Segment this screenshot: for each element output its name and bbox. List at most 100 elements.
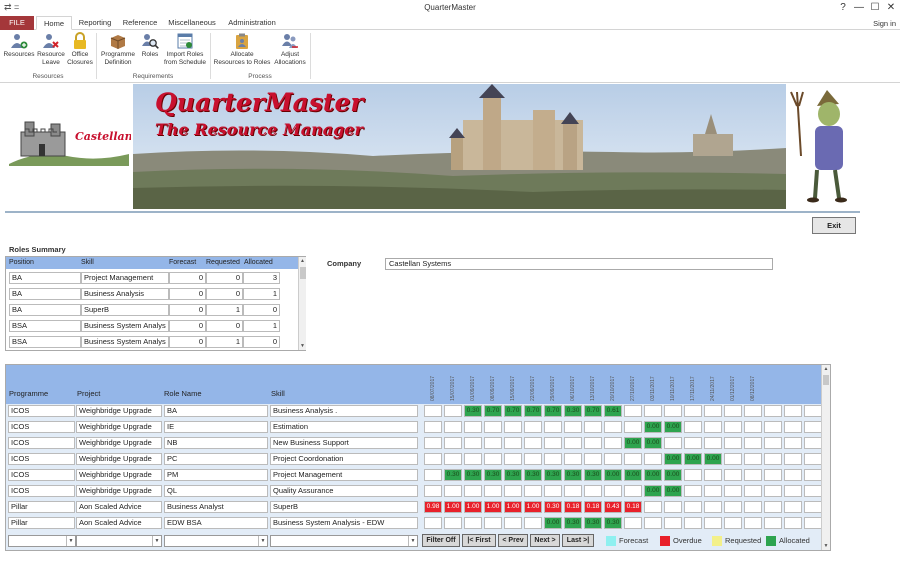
grid-scrollbar[interactable]: ▲ ▼ — [821, 365, 830, 550]
allocation-cell-project[interactable]: Aon Scaled Advice — [76, 501, 162, 513]
roles-cell-skill[interactable]: Business System Analys — [81, 336, 169, 348]
week-allocation-cell[interactable] — [524, 485, 542, 497]
week-allocation-cell[interactable]: 0.98 — [424, 501, 442, 513]
allocation-cell-role[interactable]: IE — [164, 421, 268, 433]
roles-cell-allocated[interactable]: 1 — [243, 320, 280, 332]
allocation-cell-role[interactable]: Business Analyst — [164, 501, 268, 513]
adjust-allocations-button[interactable]: Adjust Allocations — [272, 32, 308, 66]
allocation-cell-project[interactable]: Aon Scaled Advice — [76, 517, 162, 529]
week-allocation-cell[interactable]: 0.00 — [644, 485, 662, 497]
allocation-cell-role[interactable]: PC — [164, 453, 268, 465]
week-allocation-cell[interactable]: 0.00 — [644, 421, 662, 433]
next-button[interactable]: Next > — [530, 534, 560, 547]
week-allocation-cell[interactable] — [724, 469, 742, 481]
week-allocation-cell[interactable] — [664, 405, 682, 417]
week-allocation-cell[interactable] — [724, 405, 742, 417]
roles-cell-allocated[interactable]: 1 — [243, 288, 280, 300]
week-allocation-cell[interactable] — [624, 405, 642, 417]
week-allocation-cell[interactable] — [704, 405, 722, 417]
week-allocation-cell[interactable] — [744, 501, 762, 513]
week-allocation-cell[interactable] — [744, 485, 762, 497]
week-allocation-cell[interactable]: 0.30 — [604, 517, 622, 529]
week-allocation-cell[interactable] — [724, 453, 742, 465]
week-allocation-cell[interactable] — [804, 501, 822, 513]
roles-cell-position[interactable]: BSA — [9, 336, 81, 348]
roles-button[interactable]: Roles — [138, 32, 162, 59]
week-allocation-cell[interactable] — [704, 469, 722, 481]
week-allocation-cell[interactable] — [644, 501, 662, 513]
week-allocation-cell[interactable] — [784, 421, 802, 433]
week-allocation-cell[interactable] — [544, 421, 562, 433]
project-filter[interactable]: ▼ — [76, 535, 162, 547]
exit-button[interactable]: Exit — [812, 217, 856, 234]
week-allocation-cell[interactable] — [444, 485, 462, 497]
roles-summary-row[interactable]: BA Business Analysis 0 0 1 — [6, 286, 298, 302]
allocation-cell-project[interactable]: Weighbridge Upgrade — [76, 453, 162, 465]
filter-off-button[interactable]: Filter Off — [422, 534, 460, 547]
allocation-cell-skill[interactable]: Project Coordonation — [270, 453, 418, 465]
week-allocation-cell[interactable]: 1.00 — [444, 501, 462, 513]
tab-home[interactable]: Home — [36, 16, 72, 30]
week-allocation-cell[interactable]: 0.30 — [524, 469, 542, 481]
week-allocation-cell[interactable] — [464, 453, 482, 465]
allocation-row[interactable]: ICOS Weighbridge Upgrade PM Project Managem… — [6, 467, 822, 483]
week-allocation-cell[interactable] — [684, 405, 702, 417]
week-allocation-cell[interactable]: 0.30 — [584, 469, 602, 481]
roles-cell-position[interactable]: BA — [9, 304, 81, 316]
week-allocation-cell[interactable] — [424, 405, 442, 417]
week-allocation-cell[interactable] — [684, 437, 702, 449]
scroll-thumb[interactable] — [823, 375, 829, 385]
week-allocation-cell[interactable] — [624, 517, 642, 529]
week-allocation-cell[interactable]: 0.30 — [464, 405, 482, 417]
week-allocation-cell[interactable] — [764, 485, 782, 497]
week-allocation-cell[interactable] — [564, 421, 582, 433]
allocation-cell-programme[interactable]: Pillar — [8, 517, 75, 529]
roles-cell-requested[interactable]: 1 — [206, 304, 243, 316]
roles-summary-row[interactable]: BSA Business System Analys 0 0 1 — [6, 318, 298, 334]
week-allocation-cell[interactable] — [744, 421, 762, 433]
week-allocation-cell[interactable]: 0.00 — [664, 485, 682, 497]
week-allocation-cell[interactable] — [784, 517, 802, 529]
tab-reporting[interactable]: Reporting — [74, 16, 116, 30]
chevron-down-icon[interactable]: ▼ — [408, 536, 417, 546]
week-allocation-cell[interactable] — [584, 437, 602, 449]
week-allocation-cell[interactable] — [804, 517, 822, 529]
week-allocation-cell[interactable] — [424, 437, 442, 449]
week-allocation-cell[interactable] — [464, 517, 482, 529]
week-allocation-cell[interactable] — [744, 405, 762, 417]
scroll-up-icon[interactable]: ▲ — [299, 257, 306, 265]
scroll-thumb[interactable] — [300, 267, 306, 279]
week-allocation-cell[interactable]: 0.00 — [704, 453, 722, 465]
week-allocation-cell[interactable] — [604, 453, 622, 465]
import-roles-button[interactable]: Import Roles from Schedule — [162, 32, 208, 66]
week-allocation-cell[interactable] — [484, 453, 502, 465]
roles-cell-forecast[interactable]: 0 — [169, 272, 206, 284]
week-allocation-cell[interactable] — [764, 405, 782, 417]
week-allocation-cell[interactable] — [804, 421, 822, 433]
week-allocation-cell[interactable] — [484, 437, 502, 449]
week-allocation-cell[interactable]: 0.30 — [444, 469, 462, 481]
week-allocation-cell[interactable] — [544, 453, 562, 465]
week-allocation-cell[interactable] — [644, 517, 662, 529]
week-allocation-cell[interactable] — [764, 437, 782, 449]
restore-button[interactable]: ☐ — [868, 2, 882, 13]
roles-cell-skill[interactable]: SuperB — [81, 304, 169, 316]
roles-cell-requested[interactable]: 0 — [206, 320, 243, 332]
week-allocation-cell[interactable]: 0.00 — [644, 437, 662, 449]
week-allocation-cell[interactable]: 0.18 — [624, 501, 642, 513]
week-allocation-cell[interactable]: 0.30 — [544, 501, 562, 513]
roles-cell-position[interactable]: BA — [9, 288, 81, 300]
week-allocation-cell[interactable] — [464, 485, 482, 497]
week-allocation-cell[interactable] — [584, 453, 602, 465]
week-allocation-cell[interactable]: 0.61 — [604, 405, 622, 417]
week-allocation-cell[interactable] — [764, 501, 782, 513]
allocation-cell-programme[interactable]: ICOS — [8, 453, 75, 465]
allocation-row[interactable]: Pillar Aon Scaled Advice EDW BSA Business S… — [6, 515, 822, 531]
scroll-down-icon[interactable]: ▼ — [299, 342, 306, 350]
allocation-cell-skill[interactable]: Quality Assurance — [270, 485, 418, 497]
allocation-cell-role[interactable]: EDW BSA — [164, 517, 268, 529]
allocation-cell-role[interactable]: NB — [164, 437, 268, 449]
roles-cell-position[interactable]: BSA — [9, 320, 81, 332]
allocation-row[interactable]: Pillar Aon Scaled Advice Business Analyst S… — [6, 499, 822, 515]
roles-summary-row[interactable]: BA Project Management 0 0 3 — [6, 270, 298, 286]
